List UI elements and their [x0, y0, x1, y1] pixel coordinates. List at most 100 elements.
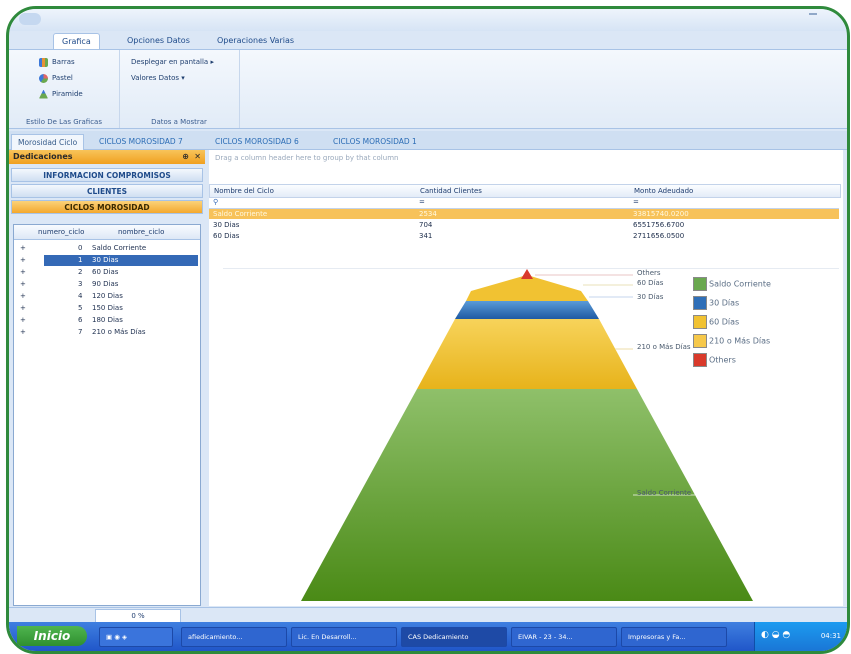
- cell: 2534: [419, 210, 437, 218]
- taskbar-item[interactable]: Impresoras y Fa...: [621, 627, 727, 647]
- row-name: 30 Dias: [92, 256, 119, 264]
- cell: 704: [419, 221, 433, 229]
- pastel-label: Pastel: [52, 74, 73, 82]
- col-header-monto[interactable]: Monto Adeudado: [634, 185, 693, 197]
- panel-title: Dedicaciones: [13, 152, 73, 161]
- col-header-nombre[interactable]: nombre_ciclo: [118, 228, 164, 236]
- ribbon-group-data: Desplegar en pantalla ▸ Valores Datos ▾ …: [119, 50, 240, 128]
- grid-row[interactable]: +6 180 Dias: [14, 315, 200, 326]
- status-bar: 0 %: [9, 607, 847, 623]
- filter-row[interactable]: ⚲ = =: [209, 197, 839, 209]
- ribbon-group-data-title: Datos a Mostrar: [151, 118, 207, 126]
- chart-legend: Saldo Corriente 30 Días 60 Días 210 o Má…: [693, 277, 771, 372]
- legend-swatch: [693, 277, 707, 291]
- quick-access-toolbar[interactable]: [19, 13, 41, 25]
- table-header: Nombre del Ciclo Cantidad Clientes Monto…: [209, 184, 841, 198]
- taskbar-item[interactable]: EIVAR - 23 - 34...: [511, 627, 617, 647]
- row-num: 1: [78, 256, 83, 264]
- expand-icon[interactable]: +: [20, 303, 26, 314]
- label-others: Others: [637, 269, 661, 277]
- section-clientes[interactable]: CLIENTES: [11, 184, 203, 198]
- pastel-button[interactable]: Pastel: [39, 72, 73, 84]
- table-row[interactable]: 30 Dias 704 6551756.6700: [209, 220, 839, 230]
- cell: 341: [419, 232, 433, 240]
- row-num: 3: [78, 280, 83, 288]
- col-header-numero[interactable]: numero_ciclo: [38, 228, 84, 236]
- row-name: 150 Dias: [92, 304, 123, 312]
- grid-row[interactable]: +2 60 Dias: [14, 267, 200, 278]
- grid-row[interactable]: +0 Saldo Corriente: [14, 243, 200, 254]
- taskbar-item-active[interactable]: CAS Dedicamiento: [401, 627, 507, 647]
- group-by-hint[interactable]: Drag a column header here to group by th…: [215, 154, 398, 162]
- taskbar-item[interactable]: afiedicamiento...: [181, 627, 287, 647]
- section-ciclos-morosidad[interactable]: CICLOS MOROSIDAD: [11, 200, 203, 214]
- legend-label: 210 o Más Días: [709, 336, 771, 346]
- taskbar-item[interactable]: Lic. En Desarroll...: [291, 627, 397, 647]
- table-row-selected[interactable]: Saldo Corriente 2534 33815740.0200: [209, 209, 839, 219]
- label-saldo-corriente: Saldo Corriente: [637, 489, 692, 497]
- filter-cell[interactable]: =: [633, 197, 639, 208]
- close-icon[interactable]: ✕: [194, 150, 201, 164]
- col-header-nombre-ciclo[interactable]: Nombre del Ciclo: [214, 185, 274, 197]
- chevron-right-icon: ▸: [210, 58, 214, 66]
- cell: 2711656.0500: [633, 232, 685, 240]
- desplegar-button[interactable]: Desplegar en pantalla ▸: [131, 56, 214, 68]
- legend-label: Saldo Corriente: [709, 279, 771, 289]
- row-num: 4: [78, 292, 83, 300]
- pie-chart-icon: [39, 73, 48, 83]
- expand-icon[interactable]: +: [20, 243, 26, 254]
- minimize-icon[interactable]: [809, 13, 817, 21]
- valores-datos-button[interactable]: Valores Datos ▾: [131, 72, 185, 84]
- ciclos-grid: numero_ciclo nombre_ciclo +0 Saldo Corrie…: [13, 224, 201, 606]
- progress-percent: 0 %: [95, 609, 181, 623]
- quick-launch[interactable]: ▣ ◉ ◈: [99, 627, 173, 647]
- ribbon-tabs: Grafica Opciones Datos Operaciones Varia…: [9, 31, 847, 50]
- tab-operaciones-varias[interactable]: Operaciones Varias: [209, 33, 302, 49]
- app-window: Grafica Opciones Datos Operaciones Varia…: [6, 6, 850, 654]
- expand-icon[interactable]: +: [20, 315, 26, 326]
- table-row[interactable]: 60 Dias 341 2711656.0500: [209, 231, 839, 241]
- legend-swatch: [693, 334, 707, 348]
- chevron-down-icon: ▾: [181, 74, 185, 82]
- tab-grafica[interactable]: Grafica: [53, 33, 100, 50]
- pyramid-chart: Others 60 Días 30 Días 210 o Más Días Sa…: [223, 268, 839, 609]
- piramide-button[interactable]: Piramide: [39, 88, 83, 100]
- filter-icon[interactable]: ⚲: [213, 197, 218, 208]
- row-num: 2: [78, 268, 83, 276]
- doctab-morosidad-ciclo[interactable]: Morosidad Ciclo: [11, 134, 85, 150]
- expand-icon[interactable]: +: [20, 255, 26, 266]
- doctab-ciclos-6[interactable]: CICLOS MOROSIDAD 6: [209, 134, 305, 149]
- doctab-ciclos-7[interactable]: CICLOS MOROSIDAD 7: [93, 134, 189, 149]
- legend-item-others: Others: [693, 353, 771, 372]
- pyramid-segment-others: [521, 269, 533, 279]
- row-num: 0: [78, 244, 83, 252]
- doctab-ciclos-1[interactable]: CICLOS MOROSIDAD 1: [327, 134, 423, 149]
- grid-row-selected[interactable]: +1 30 Dias: [14, 255, 200, 266]
- legend-item-60: 60 Días: [693, 315, 771, 334]
- filter-cell[interactable]: =: [419, 197, 425, 208]
- expand-icon[interactable]: +: [20, 267, 26, 278]
- clock: 04:31: [820, 632, 841, 640]
- expand-icon[interactable]: +: [20, 279, 26, 290]
- system-tray: ◐ ◒ ◓ 04:31: [754, 622, 847, 651]
- col-header-cantidad[interactable]: Cantidad Clientes: [420, 185, 482, 197]
- tray-icons[interactable]: ◐ ◒ ◓: [761, 630, 790, 640]
- section-informacion-compromisos[interactable]: INFORMACION COMPROMISOS: [11, 168, 203, 182]
- start-button[interactable]: Inicio: [17, 626, 87, 646]
- legend-swatch: [693, 315, 707, 329]
- tab-opciones-datos[interactable]: Opciones Datos: [119, 33, 198, 49]
- expand-icon[interactable]: +: [20, 291, 26, 302]
- grid-row[interactable]: +4 120 Dias: [14, 291, 200, 302]
- grid-row[interactable]: +7 210 o Más Días: [14, 327, 200, 338]
- bar-chart-icon: [39, 57, 48, 67]
- legend-swatch: [693, 296, 707, 310]
- pin-icon[interactable]: ⊕: [182, 150, 189, 164]
- panel-header: Dedicaciones ⊕ ✕: [9, 150, 205, 164]
- grid-row[interactable]: +5 150 Dias: [14, 303, 200, 314]
- pyramid-chart-icon: [39, 89, 48, 99]
- expand-icon[interactable]: +: [20, 327, 26, 338]
- cell: 6551756.6700: [633, 221, 685, 229]
- grid-row[interactable]: +3 90 Dias: [14, 279, 200, 290]
- barras-button[interactable]: Barras: [39, 56, 75, 68]
- document-tabs: Morosidad Ciclo CICLOS MOROSIDAD 7 CICLO…: [9, 131, 847, 150]
